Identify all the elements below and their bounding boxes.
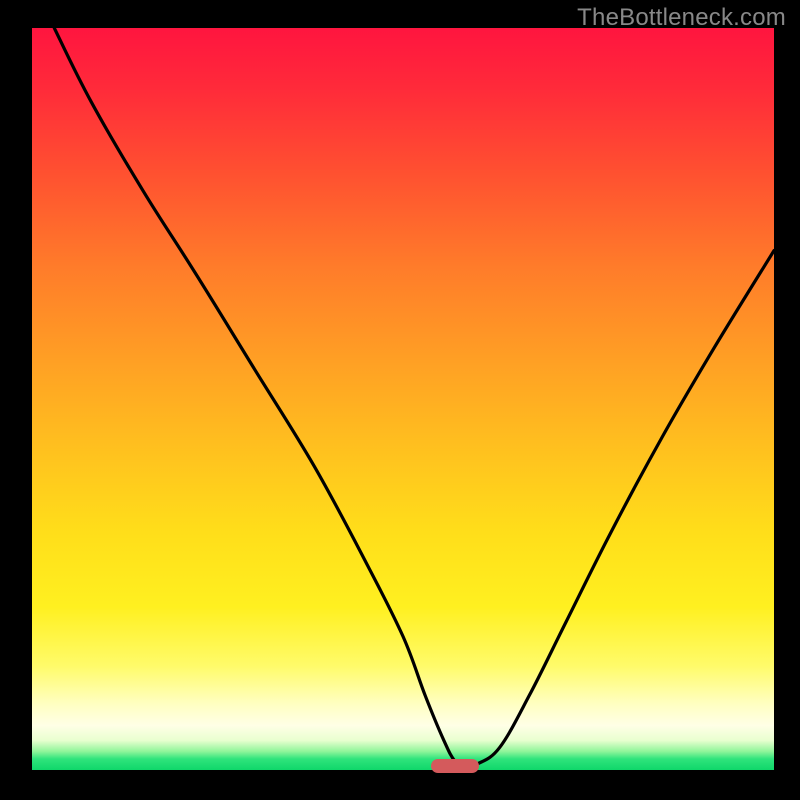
chart-frame: TheBottleneck.com bbox=[0, 0, 800, 800]
watermark-text: TheBottleneck.com bbox=[577, 4, 786, 32]
optimal-range-marker bbox=[431, 759, 479, 773]
plot-area bbox=[32, 28, 774, 770]
bottleneck-curve bbox=[54, 28, 774, 767]
curve-layer bbox=[32, 28, 774, 770]
